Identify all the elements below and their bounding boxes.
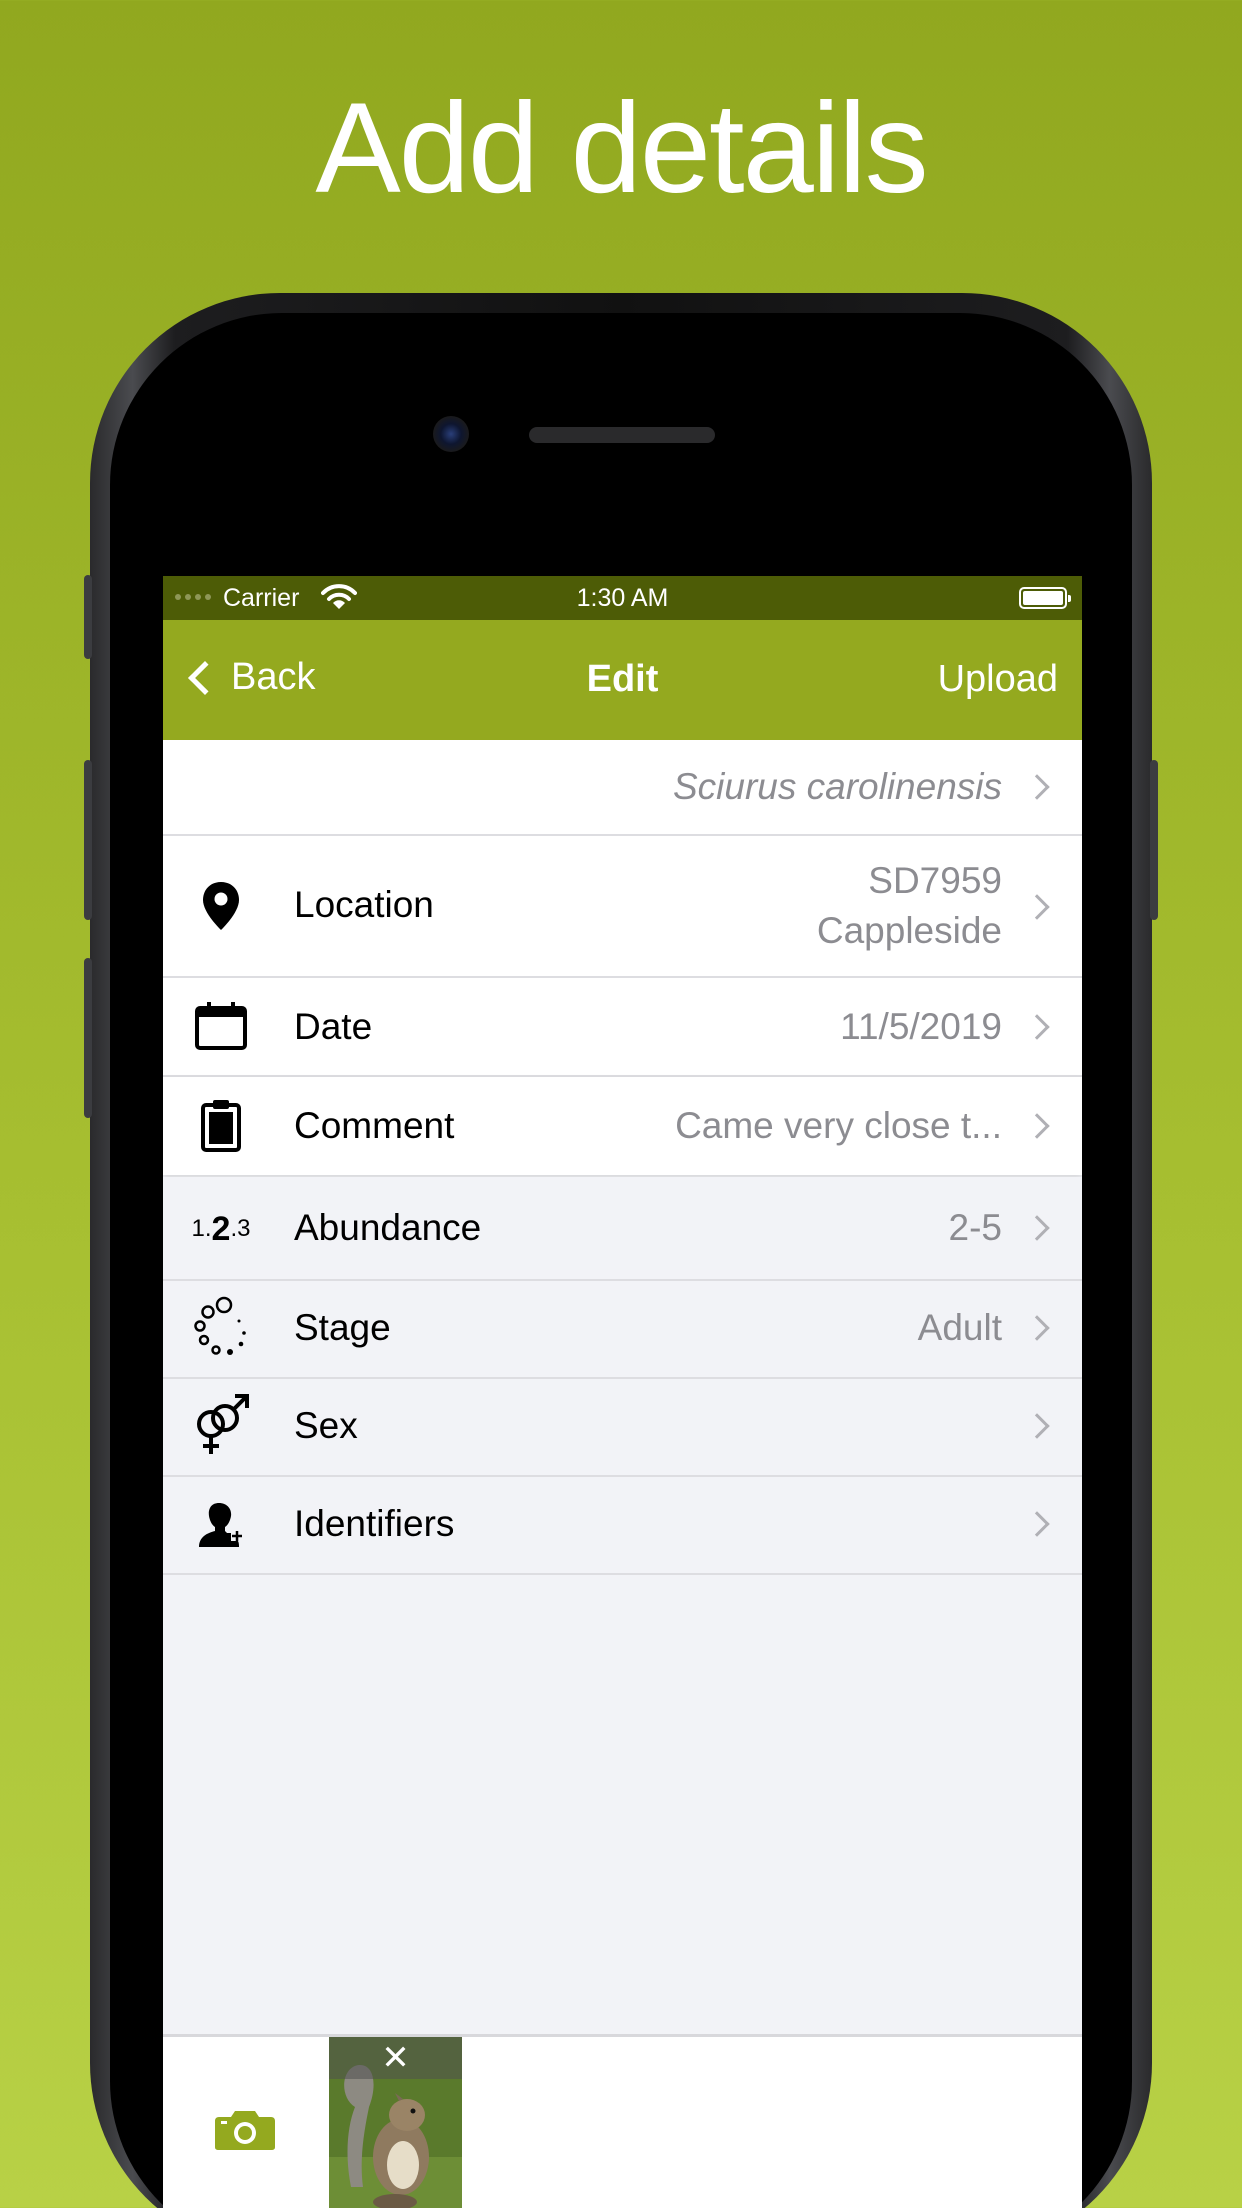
stage-row[interactable]: Stage Adult <box>163 1281 1082 1379</box>
headline: Add details <box>315 77 928 220</box>
abundance-row[interactable]: 1. 2.3 Abundance 2-5 <box>163 1177 1082 1281</box>
power-button <box>1150 760 1158 920</box>
status-bar: Carrier 1:30 AM <box>163 576 1082 620</box>
upload-button[interactable]: Upload <box>938 658 1058 701</box>
chevron-right-icon <box>1024 774 1050 800</box>
calendar-icon <box>191 996 251 1056</box>
comment-label: Comment <box>294 1105 455 1146</box>
chevron-right-icon <box>1024 1511 1050 1537</box>
chevron-right-icon <box>1024 1113 1050 1139</box>
photo-thumbnail[interactable]: ✕ <box>329 2037 462 2208</box>
location-value: SD7959 Cappleside <box>817 856 1002 956</box>
date-row[interactable]: Date 11/5/2019 <box>163 978 1082 1077</box>
location-pin-icon <box>191 876 251 936</box>
comment-row[interactable]: Comment Came very close t... <box>163 1077 1082 1175</box>
date-value: 11/5/2019 <box>840 1006 1002 1047</box>
photo-bar: ✕ <box>163 2034 1082 2208</box>
abundance-icon-digit-3: .3 <box>230 1215 251 1242</box>
identifiers-row[interactable]: Identifiers <box>163 1477 1082 1575</box>
location-place-name: Cappleside <box>816 910 1002 951</box>
navigation-bar: Back Edit Upload <box>163 620 1082 740</box>
identifiers-label: Identifiers <box>294 1503 455 1544</box>
location-row[interactable]: Location SD7959 Cappleside <box>163 836 1082 978</box>
chevron-right-icon <box>1024 1413 1050 1439</box>
app-screen: Carrier 1:30 AM Back Edit Upload Sciurus… <box>163 576 1082 2208</box>
chevron-right-icon <box>1024 894 1050 920</box>
clipboard-icon <box>191 1095 251 1155</box>
species-row[interactable]: Sciurus carolinensis <box>163 740 1082 836</box>
abundance-label: Abundance <box>294 1207 482 1248</box>
stage-value: Adult <box>917 1307 1002 1348</box>
status-time: 1:30 AM <box>576 584 669 612</box>
chevron-right-icon <box>1024 1215 1050 1241</box>
location-grid-ref: SD7959 <box>868 860 1002 901</box>
sex-label: Sex <box>294 1405 358 1446</box>
camera-icon[interactable] <box>213 2107 277 2151</box>
comment-value: Came very close t... <box>675 1105 1002 1146</box>
back-label: Back <box>231 656 316 698</box>
gender-symbols-icon <box>191 1394 251 1455</box>
earpiece-speaker <box>529 427 715 443</box>
chevron-right-icon <box>1024 1315 1050 1341</box>
date-label: Date <box>294 1006 373 1047</box>
abundance-icon-digit-2: 2 <box>211 1209 231 1248</box>
volume-up-button <box>84 760 92 920</box>
volume-down-button <box>84 958 92 1118</box>
chevron-left-icon <box>188 660 222 695</box>
person-add-icon <box>191 1495 251 1555</box>
stage-label: Stage <box>294 1307 391 1348</box>
battery-icon <box>1019 587 1071 609</box>
abundance-icon-digit-1: 1. <box>191 1215 212 1242</box>
abundance-value: 2-5 <box>948 1207 1002 1248</box>
sex-row[interactable]: Sex <box>163 1379 1082 1477</box>
location-label: Location <box>294 884 434 925</box>
chevron-right-icon <box>1024 1014 1050 1040</box>
mute-switch <box>84 575 92 659</box>
remove-photo-button[interactable]: ✕ <box>329 2037 462 2079</box>
abundance-123-icon: 1. 2.3 <box>191 1199 251 1259</box>
back-button[interactable]: Back <box>183 656 315 699</box>
species-value: Sciurus carolinensis <box>672 766 1002 807</box>
front-camera <box>433 416 469 452</box>
stage-circles-icon <box>191 1296 251 1357</box>
